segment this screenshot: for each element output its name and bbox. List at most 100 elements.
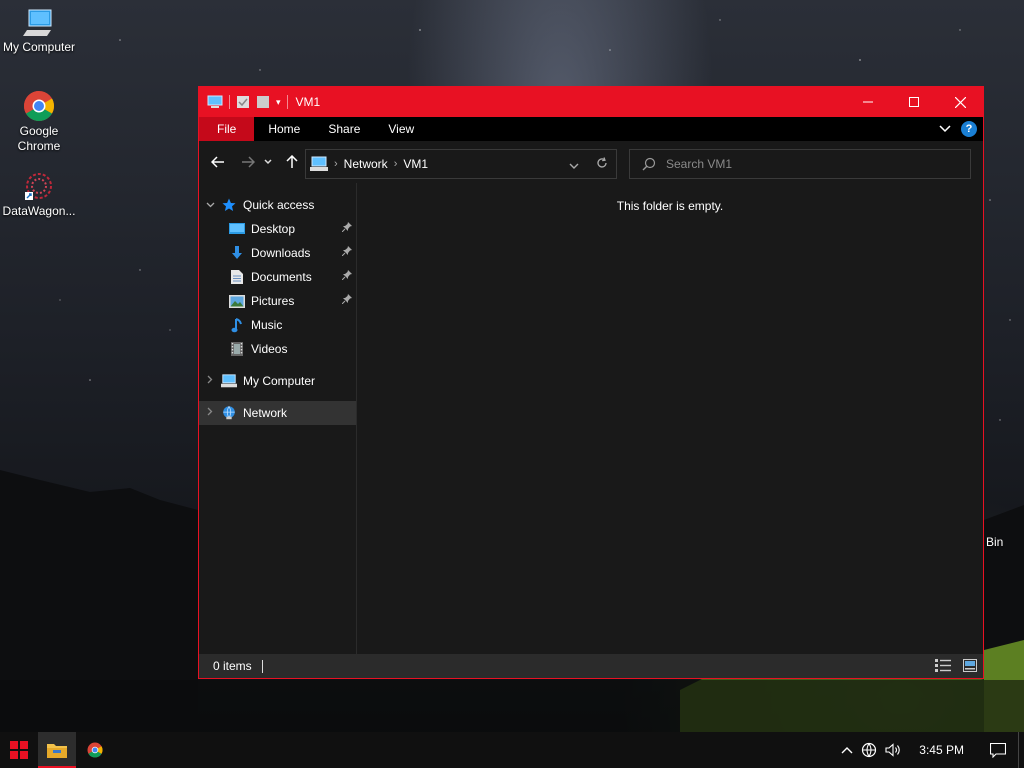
refresh-button[interactable] — [588, 156, 616, 172]
pin-icon[interactable] — [341, 246, 352, 259]
folder-icon — [47, 744, 67, 758]
address-dropdown-button[interactable] — [560, 157, 588, 172]
tab-home[interactable]: Home — [254, 117, 314, 141]
pin-icon[interactable] — [341, 222, 352, 235]
status-bar: 0 items — [199, 654, 983, 678]
navigation-pane[interactable]: Quick access Desktop Downloads Documents… — [199, 183, 356, 655]
desktop-icon-label-line2: Chrome — [17, 139, 61, 153]
large-icons-view-icon[interactable] — [963, 659, 977, 672]
nav-label: Desktop — [251, 222, 296, 236]
file-explorer-window: ▾ VM1 File Home Share View ? › Network ›… — [198, 86, 984, 679]
action-center-button[interactable] — [978, 742, 1018, 758]
desktop-icon-google-chrome[interactable]: Google Chrome — [0, 90, 78, 154]
search-box[interactable] — [629, 149, 971, 179]
back-arrow-icon — [211, 156, 224, 168]
pin-icon[interactable] — [341, 270, 352, 283]
chevron-down-icon — [569, 163, 579, 169]
nav-pictures[interactable]: Pictures — [199, 289, 356, 313]
nav-quick-access[interactable]: Quick access — [199, 193, 356, 217]
close-button[interactable] — [937, 87, 983, 117]
title-bar[interactable]: ▾ VM1 — [199, 87, 983, 117]
volume-tray-button[interactable] — [881, 743, 907, 757]
collapse-chevron-icon[interactable] — [199, 200, 221, 211]
speaker-icon — [885, 743, 901, 757]
window-controls — [845, 87, 983, 117]
nav-label: My Computer — [243, 374, 316, 388]
item-count: 0 items — [213, 659, 252, 673]
show-hidden-icons-button[interactable] — [837, 746, 857, 754]
nav-label: Quick access — [243, 198, 315, 212]
tab-file[interactable]: File — [199, 117, 255, 141]
expand-chevron-icon[interactable] — [199, 407, 221, 419]
breadcrumb-separator: › — [334, 158, 338, 170]
view-toggle-group — [935, 659, 977, 672]
maximize-button[interactable] — [891, 87, 937, 117]
help-icon[interactable]: ? — [961, 121, 977, 137]
nav-downloads[interactable]: Downloads — [199, 241, 356, 265]
navigation-bar: › Network › VM1 — [199, 141, 983, 183]
chrome-icon — [87, 742, 103, 758]
breadcrumb-vm1[interactable]: VM1 — [403, 157, 428, 171]
chrome-icon — [23, 91, 55, 122]
quick-access-toolbar: ▾ — [199, 95, 288, 109]
recycle-bin-partial-label[interactable]: Bin — [986, 535, 1003, 549]
network-icon — [221, 405, 237, 421]
customize-toolbar-chevron-icon[interactable]: ▾ — [276, 97, 281, 108]
music-note-icon — [229, 317, 245, 333]
computer-icon — [23, 9, 52, 36]
start-button[interactable] — [0, 732, 38, 768]
taskbar-file-explorer[interactable] — [38, 732, 76, 768]
computer-icon — [221, 373, 237, 389]
nav-videos[interactable]: Videos — [199, 337, 356, 361]
desktop-icon-label: DataWagon... — [2, 204, 76, 218]
nav-my-computer[interactable]: My Computer — [199, 369, 356, 393]
desktop-icon-my-computer[interactable]: My Computer — [0, 8, 78, 55]
nav-music[interactable]: Music — [199, 313, 356, 337]
new-folder-icon[interactable] — [256, 95, 270, 109]
network-tray-button[interactable] — [857, 742, 881, 758]
close-icon — [954, 96, 966, 108]
show-desktop-button[interactable] — [1018, 732, 1024, 768]
nav-documents[interactable]: Documents — [199, 265, 356, 289]
system-tray: 3:45 PM — [837, 732, 1024, 768]
video-film-icon — [229, 341, 245, 357]
recent-locations-button[interactable] — [261, 149, 275, 175]
explorer-body: Quick access Desktop Downloads Documents… — [199, 183, 983, 655]
pin-icon[interactable] — [341, 294, 352, 307]
picture-icon — [229, 293, 245, 309]
expand-chevron-icon[interactable] — [199, 375, 221, 387]
nav-desktop[interactable]: Desktop — [199, 217, 356, 241]
chevron-up-icon — [841, 747, 853, 754]
back-button[interactable] — [205, 149, 231, 175]
globe-icon — [862, 742, 877, 758]
address-bar-controls — [560, 150, 616, 178]
windows-logo-icon — [10, 741, 28, 759]
forward-button[interactable] — [235, 149, 261, 175]
file-list-area[interactable]: This folder is empty. — [357, 183, 983, 655]
minimize-button[interactable] — [845, 87, 891, 117]
expand-ribbon-chevron-icon[interactable] — [939, 125, 951, 133]
search-input[interactable] — [666, 157, 966, 171]
document-icon — [229, 269, 245, 285]
toolbar-separator — [286, 95, 288, 109]
ribbon-right-controls: ? — [939, 121, 977, 137]
nav-network[interactable]: Network — [199, 401, 356, 425]
up-button[interactable] — [279, 149, 305, 175]
desktop-icon-datawagon[interactable]: DataWagon... — [0, 172, 78, 219]
properties-icon[interactable] — [236, 95, 250, 109]
nav-label: Downloads — [251, 246, 311, 260]
tab-share[interactable]: Share — [314, 117, 374, 141]
toolbar-separator — [229, 95, 230, 109]
details-view-icon[interactable] — [935, 659, 951, 672]
tab-view[interactable]: View — [374, 117, 428, 141]
empty-folder-message: This folder is empty. — [616, 199, 724, 213]
taskbar-chrome[interactable] — [76, 732, 114, 768]
nav-label: Documents — [251, 270, 312, 284]
minimize-icon — [863, 101, 873, 103]
breadcrumb-network[interactable]: Network — [344, 157, 388, 171]
computer-icon — [310, 156, 328, 171]
address-bar[interactable]: › Network › VM1 — [305, 149, 617, 179]
breadcrumb-separator: › — [393, 158, 398, 170]
forward-arrow-icon — [242, 156, 255, 168]
clock[interactable]: 3:45 PM — [907, 743, 978, 757]
